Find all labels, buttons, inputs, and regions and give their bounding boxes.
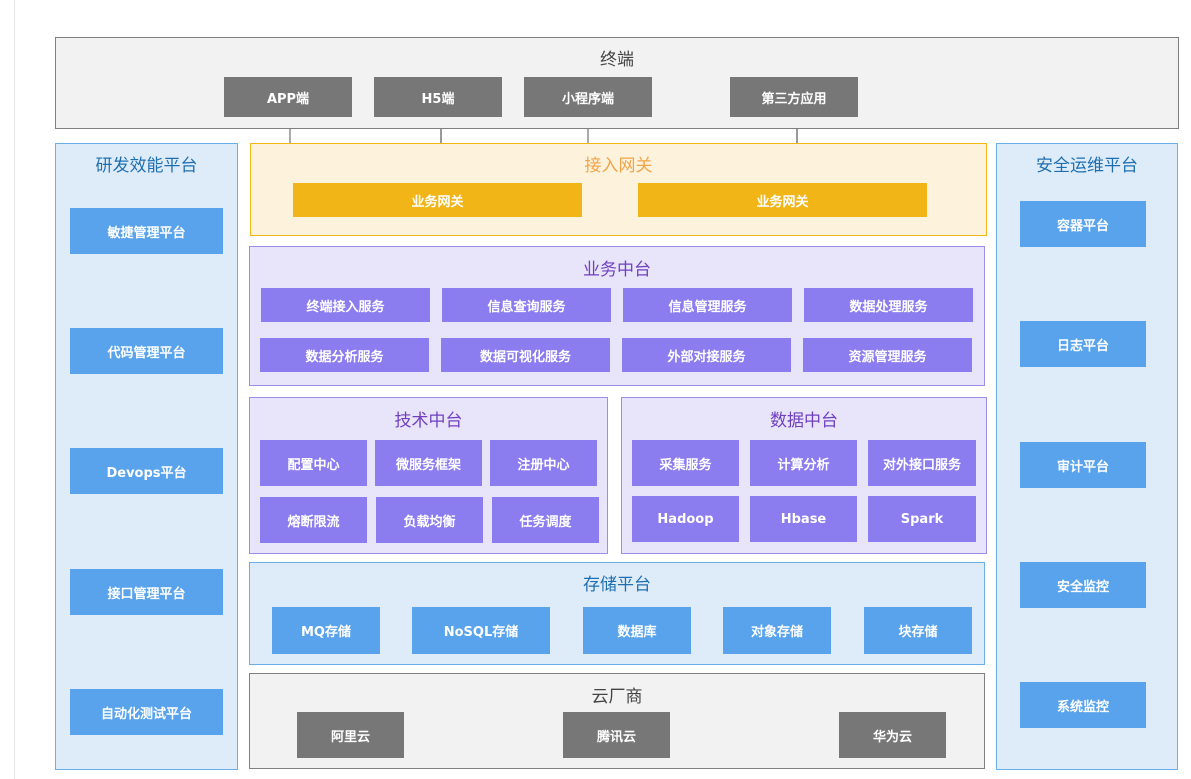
terminal-mini-program[interactable]: 小程序端 <box>524 77 652 117</box>
secops-item-3[interactable]: 审计平台 <box>1020 442 1146 488</box>
data-title: 数据中台 <box>770 411 838 431</box>
data-item-6[interactable]: Spark <box>868 496 976 542</box>
data-item-5[interactable]: Hbase <box>750 496 857 542</box>
secops-title: 安全运维平台 <box>1036 156 1138 176</box>
business-service-7[interactable]: 外部对接服务 <box>622 338 791 372</box>
business-title: 业务中台 <box>583 260 651 280</box>
storage-item-5[interactable]: 块存储 <box>864 607 972 654</box>
storage-item-1[interactable]: MQ存储 <box>272 607 380 654</box>
tech-item-3[interactable]: 注册中心 <box>490 440 597 486</box>
tech-item-4[interactable]: 熔断限流 <box>260 497 367 543</box>
business-service-6[interactable]: 数据可视化服务 <box>441 338 610 372</box>
gateway-box-2[interactable]: 业务网关 <box>638 183 927 217</box>
secops-item-4[interactable]: 安全监控 <box>1020 562 1146 608</box>
data-item-3[interactable]: 对外接口服务 <box>868 440 976 486</box>
devops-title: 研发效能平台 <box>95 156 198 176</box>
data-item-4[interactable]: Hadoop <box>632 496 739 542</box>
tech-item-5[interactable]: 负载均衡 <box>376 497 483 543</box>
business-service-8[interactable]: 资源管理服务 <box>803 338 972 372</box>
tech-item-2[interactable]: 微服务框架 <box>375 440 482 486</box>
devops-item-4[interactable]: 接口管理平台 <box>70 569 223 615</box>
tech-item-6[interactable]: 任务调度 <box>492 497 599 543</box>
business-service-5[interactable]: 数据分析服务 <box>260 338 429 372</box>
cloud-title: 云厂商 <box>591 687 643 707</box>
cloud-tencent[interactable]: 腾讯云 <box>563 712 670 758</box>
terminal-title: 终端 <box>600 50 634 70</box>
devops-item-1[interactable]: 敏捷管理平台 <box>70 208 223 254</box>
business-service-4[interactable]: 数据处理服务 <box>804 288 973 322</box>
page-left-border <box>14 0 15 779</box>
terminal-third-party[interactable]: 第三方应用 <box>730 77 858 117</box>
cloud-huawei[interactable]: 华为云 <box>839 712 946 758</box>
tech-title: 技术中台 <box>394 411 463 431</box>
storage-item-4[interactable]: 对象存储 <box>723 607 831 654</box>
data-item-2[interactable]: 计算分析 <box>750 440 857 486</box>
tech-item-1[interactable]: 配置中心 <box>260 440 367 486</box>
storage-title: 存储平台 <box>583 575 651 595</box>
data-item-1[interactable]: 采集服务 <box>632 440 739 486</box>
devops-item-3[interactable]: Devops平台 <box>70 448 223 494</box>
terminal-app[interactable]: APP端 <box>224 77 352 117</box>
storage-item-3[interactable]: 数据库 <box>583 607 691 654</box>
secops-item-5[interactable]: 系统监控 <box>1020 682 1146 728</box>
cloud-aliyun[interactable]: 阿里云 <box>297 712 404 758</box>
terminal-h5[interactable]: H5端 <box>374 77 502 117</box>
secops-item-1[interactable]: 容器平台 <box>1020 201 1146 247</box>
business-service-1[interactable]: 终端接入服务 <box>261 288 430 322</box>
business-service-3[interactable]: 信息管理服务 <box>623 288 792 322</box>
storage-item-2[interactable]: NoSQL存储 <box>412 607 550 654</box>
devops-item-5[interactable]: 自动化测试平台 <box>70 689 223 735</box>
gateway-box-1[interactable]: 业务网关 <box>293 183 582 217</box>
gateway-title: 接入网关 <box>584 156 653 176</box>
secops-item-2[interactable]: 日志平台 <box>1020 321 1146 367</box>
business-service-2[interactable]: 信息查询服务 <box>442 288 611 322</box>
devops-item-2[interactable]: 代码管理平台 <box>70 328 223 374</box>
